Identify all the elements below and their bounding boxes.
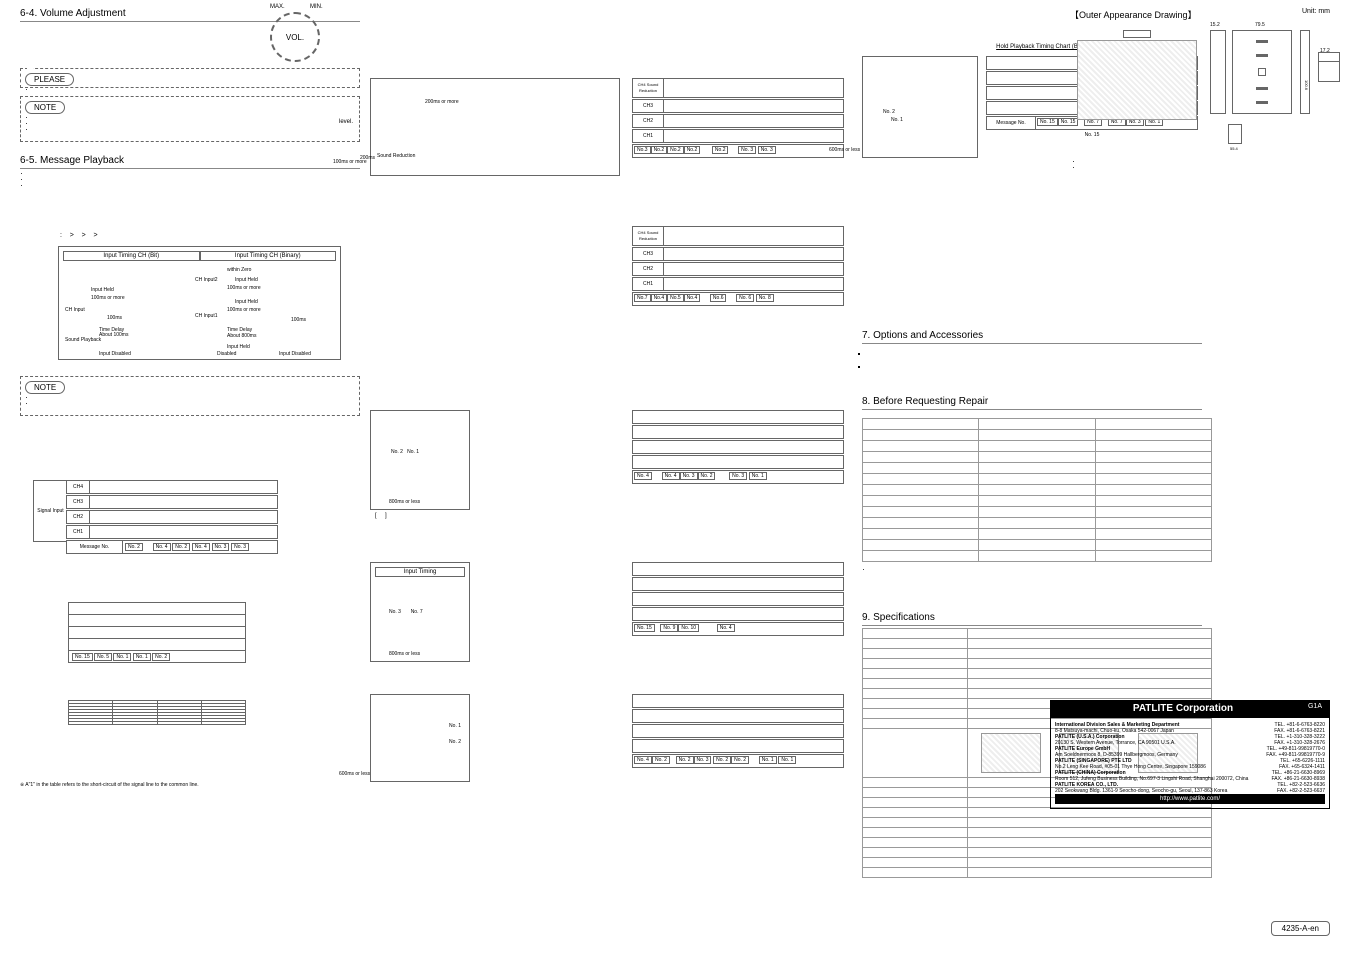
doc-code: 4235-A-en [1271,921,1330,936]
breadcrumb: : > > > [60,232,98,239]
please-pill: PLEASE [25,73,74,86]
t100-3: 100ms [291,317,306,323]
sound-playback-label: Sound Playback [65,337,101,343]
volume-knob-diagram: VOL. [270,12,320,62]
max-label: MAX. [270,4,285,10]
repair-table [862,418,1212,562]
ch4-label: CH4 [66,480,90,494]
level-text: level. [339,119,353,125]
ch-input1: CH Input1 [195,313,218,319]
input-disabled-2: Input Disabled [279,351,311,357]
note-pill-2: NOTE [25,381,65,394]
signal-input-label: Signal Input [33,480,67,542]
ch4sr-label: CH4 Sound Reduction [632,78,664,98]
note-pill: NOTE [25,101,65,114]
input-held-4: Input Held [227,344,250,350]
t100: 100ms [107,315,122,321]
vol-label: VOL. [286,33,304,42]
input-disabled-b: Input Disabled [99,351,131,357]
input-timing-binary: Input Timing CH (Binary) [200,251,337,261]
ch2-label: CH2 [66,510,90,524]
section-9-title: 9. Specifications [862,612,1202,626]
msg-no-label: Message No. [66,540,123,554]
ch1-label: CH1 [66,525,90,539]
input-held-label: Input Held [91,287,114,293]
within-zero: within Zero [227,267,251,273]
about-800: About 800ms [227,333,256,339]
t100-more-2: 100ms or more [227,285,261,291]
t100-more: 100ms or more [91,295,125,301]
min-label: MIN. [310,4,323,10]
section-8-title: 8. Before Requesting Repair [862,396,1202,410]
ch-input-label: CH Input [65,307,85,313]
please-bullet [35,86,355,92]
input-held-2: Input Held [235,277,258,283]
input-timing-label: Input Timing [375,567,465,577]
input-timing-bit: Input Timing CH (Bit) [63,251,200,261]
section-7-title: 7. Options and Accessories [862,330,1202,344]
disabled-1: Disabled [217,351,236,357]
footer-url: http://www.patlite.com/ [1055,794,1325,804]
footnote: ※ A"1" in the table refers to the short-… [20,782,199,788]
unit-label: Unit: mm [1302,8,1330,15]
input-held-3: Input Held [235,299,258,305]
msg-no-label-2: Message No. [986,116,1036,130]
outer-drawing-title: 【Outer Appearance Drawing】 [1070,8,1197,21]
ch-input2: CH Input2 [195,277,218,283]
section-6-5-title: 6-5. Message Playback [20,155,360,169]
dim-15: 15.2 [1210,22,1220,28]
dim-79: 79.5 [1255,22,1265,28]
footer-corp-name: PATLITE Corporation G1A [1050,700,1330,717]
ch3-label: CH3 [66,495,90,509]
t100-more-3: 100ms or more [227,307,261,313]
